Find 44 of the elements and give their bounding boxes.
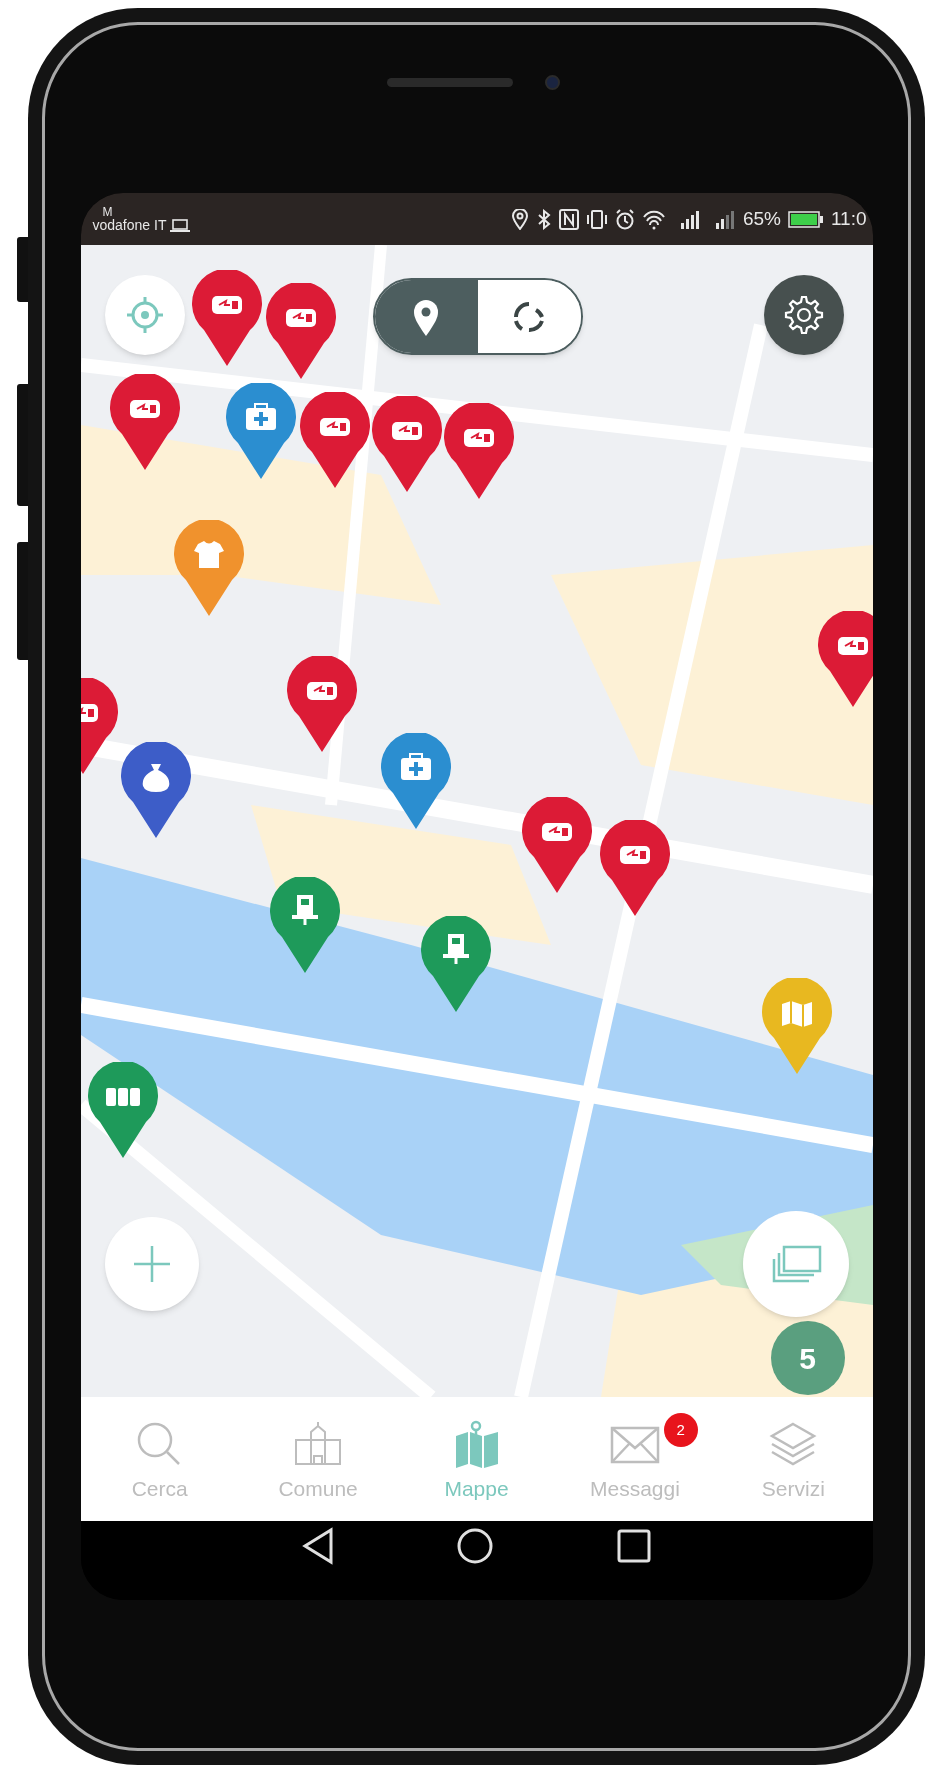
medical-marker-icon[interactable] — [380, 733, 451, 829]
laptop-icon — [170, 219, 191, 232]
battery-icon — [787, 209, 824, 229]
back-icon[interactable] — [300, 1525, 335, 1566]
charger-marker-icon[interactable] — [599, 820, 670, 916]
charger-marker-icon[interactable] — [191, 270, 262, 366]
map-marker-icon[interactable] — [761, 978, 832, 1074]
unread-badge: 2 — [663, 1413, 698, 1447]
pins-view-toggle[interactable] — [374, 280, 478, 353]
battery-percent: 65% — [742, 206, 781, 231]
nav-tab[interactable]: Comune — [238, 1397, 398, 1521]
crosshair-icon — [124, 295, 165, 335]
device-marker-icon[interactable] — [420, 916, 491, 1012]
charger-marker-icon[interactable] — [817, 611, 873, 707]
device-marker-icon[interactable] — [269, 877, 340, 973]
carrier-name: vodafone IT — [92, 218, 167, 232]
alarm-icon — [614, 208, 635, 230]
refresh-view-toggle[interactable] — [477, 280, 581, 353]
charger-marker-icon[interactable] — [109, 374, 180, 470]
charger-marker-icon[interactable] — [443, 403, 514, 499]
location-icon — [510, 208, 529, 230]
nav-tab[interactable]: Mappe — [397, 1397, 556, 1521]
wifi-icon — [641, 208, 666, 230]
sack-marker-icon[interactable] — [120, 742, 191, 838]
nav-tab[interactable]: Cerca — [80, 1397, 239, 1521]
charger-marker-icon[interactable] — [265, 283, 336, 379]
vibrate-icon — [585, 208, 608, 230]
charger-marker-icon[interactable] — [299, 392, 370, 488]
plus-icon — [131, 1244, 172, 1284]
charger-marker-icon[interactable] — [371, 396, 442, 492]
nav-tab[interactable]: Messaggi 2 — [555, 1397, 715, 1521]
nfc-icon — [558, 208, 579, 230]
signal-icon — [713, 208, 736, 230]
pin-icon — [412, 297, 440, 336]
signal-icon — [678, 208, 701, 230]
camera-icon — [545, 75, 560, 90]
nav-tab[interactable]: Servizi — [714, 1397, 873, 1521]
charger-marker-icon[interactable] — [286, 656, 357, 752]
carrier-text: M — [102, 206, 114, 218]
medical-marker-icon[interactable] — [225, 383, 296, 479]
charger-marker-icon[interactable] — [521, 797, 592, 893]
shirt-marker-icon[interactable] — [173, 520, 244, 616]
clock-time: 11:0 — [830, 206, 867, 231]
bins-marker-icon[interactable] — [87, 1062, 158, 1158]
